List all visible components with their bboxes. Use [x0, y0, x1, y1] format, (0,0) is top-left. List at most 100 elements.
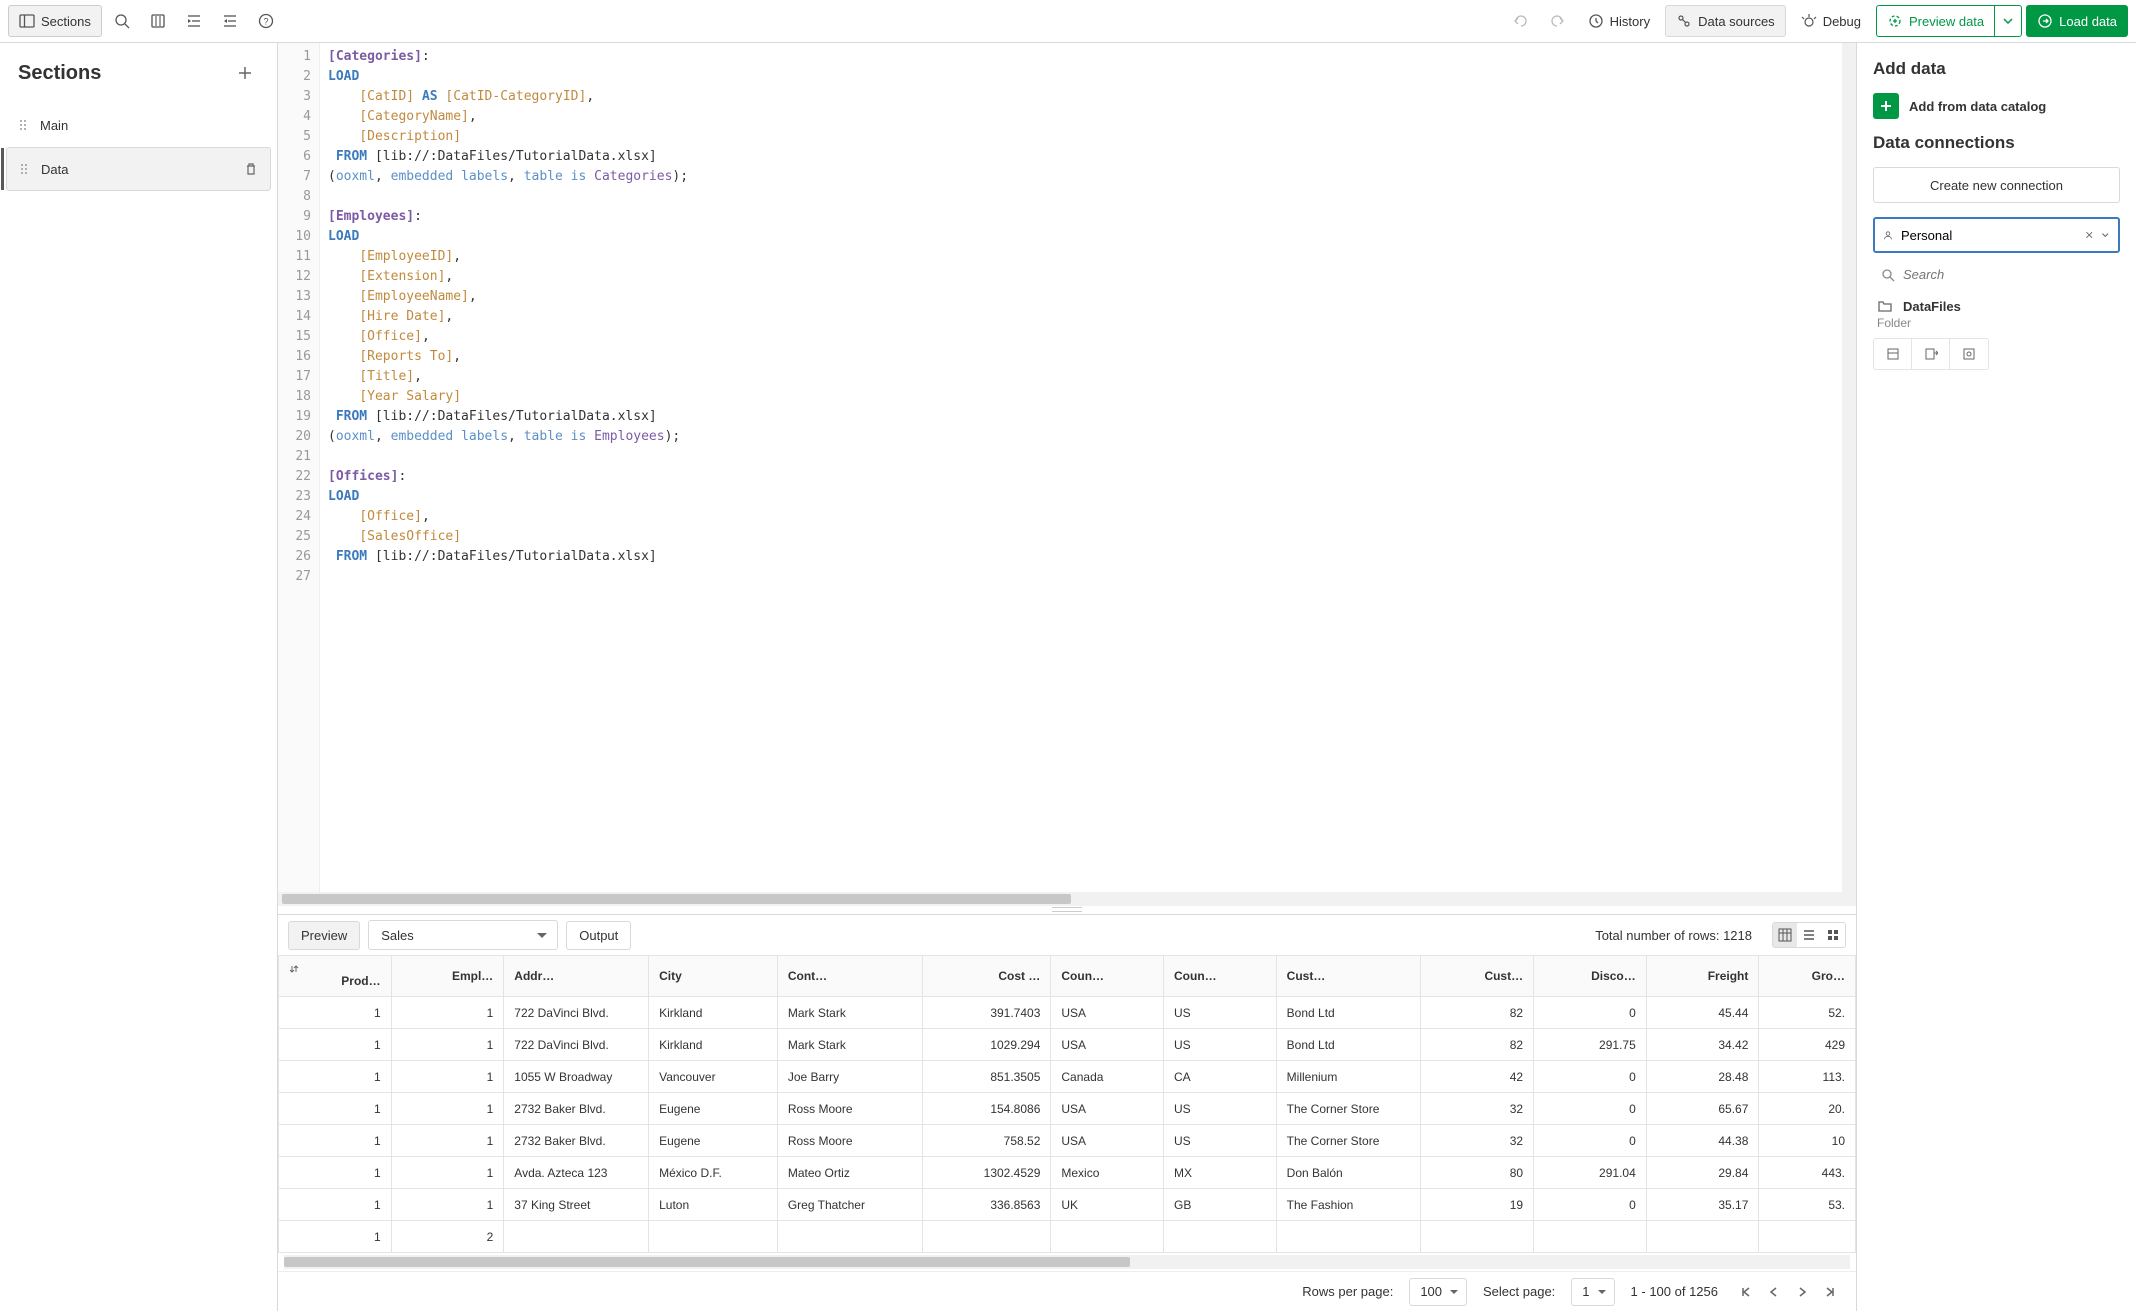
connection-item[interactable]: DataFiles: [1873, 296, 2120, 316]
table-cell: Ross Moore: [777, 1125, 922, 1157]
view-list-button[interactable]: [1797, 923, 1821, 947]
table-cell: 1: [279, 1093, 392, 1125]
table-cell: 429: [1759, 1029, 1856, 1061]
column-header[interactable]: Empl…: [391, 956, 504, 997]
table-row[interactable]: 112732 Baker Blvd.EugeneRoss Moore758.52…: [279, 1125, 1856, 1157]
rows-per-page-select[interactable]: 100: [1409, 1278, 1467, 1306]
table-cell: [1759, 1221, 1856, 1253]
help-button[interactable]: ?: [250, 5, 282, 37]
insert-script-button[interactable]: [1912, 339, 1950, 369]
table-cell: 29.84: [1646, 1157, 1759, 1189]
table-row[interactable]: 11722 DaVinci Blvd.KirklandMark Stark102…: [279, 1029, 1856, 1061]
table-cell: [777, 1221, 922, 1253]
table-cell: [1276, 1221, 1421, 1253]
table-cell: 758.52: [922, 1125, 1051, 1157]
load-data-button[interactable]: Load data: [2026, 5, 2128, 37]
splitter-handle[interactable]: [1047, 906, 1087, 912]
connection-search-input[interactable]: [1903, 267, 2112, 282]
preview-horizontal-scrollbar[interactable]: [284, 1255, 1850, 1269]
connection-search[interactable]: [1873, 267, 2120, 282]
table-row[interactable]: 11722 DaVinci Blvd.KirklandMark Stark391…: [279, 997, 1856, 1029]
debug-button[interactable]: Debug: [1790, 5, 1872, 37]
table-cell: 154.8086: [922, 1093, 1051, 1125]
history-label: History: [1610, 14, 1650, 29]
data-sources-button[interactable]: Data sources: [1665, 5, 1786, 37]
view-grid-button[interactable]: [1821, 923, 1845, 947]
table-cell: Millenium: [1276, 1061, 1421, 1093]
create-connection-button[interactable]: Create new connection: [1873, 167, 2120, 203]
editor-horizontal-scrollbar[interactable]: [278, 892, 1856, 906]
sidebar-item-data[interactable]: Data: [6, 147, 271, 191]
column-header[interactable]: Gro…: [1759, 956, 1856, 997]
table-cell: 336.8563: [922, 1189, 1051, 1221]
page-next-button[interactable]: [1790, 1280, 1814, 1304]
table-cell: 35.17: [1646, 1189, 1759, 1221]
table-cell: US: [1164, 1029, 1277, 1061]
script-editor[interactable]: 1234567891011121314151617181920212223242…: [278, 43, 1856, 892]
editor-code[interactable]: [Categories]:LOAD [CatID] AS [CatID-Cate…: [320, 43, 1842, 892]
space-select[interactable]: [1873, 217, 2120, 253]
search-button[interactable]: [106, 5, 138, 37]
select-page-select[interactable]: 1: [1571, 1278, 1614, 1306]
add-section-button[interactable]: [231, 59, 259, 87]
redo-button[interactable]: [1541, 5, 1573, 37]
column-header[interactable]: Cust…: [1421, 956, 1534, 997]
tab-output[interactable]: Output: [566, 921, 631, 950]
table-row[interactable]: 1137 King StreetLutonGreg Thatcher336.85…: [279, 1189, 1856, 1221]
page-last-button[interactable]: [1818, 1280, 1842, 1304]
table-row[interactable]: 11Avda. Azteca 123México D.F.Mateo Ortiz…: [279, 1157, 1856, 1189]
table-cell: The Corner Store: [1276, 1125, 1421, 1157]
preview-data-button[interactable]: Preview data: [1876, 5, 1994, 37]
tab-preview[interactable]: Preview: [288, 921, 360, 950]
table-row[interactable]: 12: [279, 1221, 1856, 1253]
clear-icon[interactable]: [2085, 229, 2094, 241]
column-header[interactable]: Prod…: [279, 956, 392, 997]
table-row[interactable]: 111055 W BroadwayVancouverJoe Barry851.3…: [279, 1061, 1856, 1093]
sidebar-item-main[interactable]: Main: [6, 103, 271, 147]
view-table-button[interactable]: [1773, 923, 1797, 947]
space-input[interactable]: [1901, 228, 2077, 243]
column-header[interactable]: Disco…: [1534, 956, 1647, 997]
table-cell: USA: [1051, 997, 1164, 1029]
first-icon: [1740, 1286, 1752, 1298]
redo-icon: [1549, 13, 1565, 29]
drag-handle-icon[interactable]: [18, 118, 28, 132]
column-header[interactable]: Coun…: [1051, 956, 1164, 997]
page-prev-button[interactable]: [1762, 1280, 1786, 1304]
indent-icon: [186, 13, 202, 29]
outdent-button[interactable]: [214, 5, 246, 37]
delete-section-button[interactable]: [244, 162, 258, 176]
column-header[interactable]: Coun…: [1164, 956, 1277, 997]
history-button[interactable]: History: [1577, 5, 1661, 37]
preview-data-dropdown[interactable]: [1994, 5, 2022, 37]
undo-button[interactable]: [1505, 5, 1537, 37]
preview-table-value: Sales: [381, 928, 414, 943]
table-cell: USA: [1051, 1125, 1164, 1157]
preview-table-wrap[interactable]: Prod…Empl…Addr…CityCont…Cost …Coun…Coun……: [278, 955, 1856, 1253]
select-data-button[interactable]: [1874, 339, 1912, 369]
editor-vertical-scrollbar[interactable]: [1842, 43, 1856, 892]
table-cell: Eugene: [649, 1093, 778, 1125]
column-header[interactable]: Cont…: [777, 956, 922, 997]
drag-handle-icon[interactable]: [19, 162, 29, 176]
chevron-down-icon[interactable]: [2101, 229, 2110, 241]
sections-toggle-button[interactable]: Sections: [8, 5, 102, 37]
column-header[interactable]: Addr…: [504, 956, 649, 997]
edit-connection-button[interactable]: [1950, 339, 1988, 369]
add-from-catalog-button[interactable]: Add from data catalog: [1873, 93, 2120, 119]
comment-button[interactable]: [142, 5, 174, 37]
page-first-button[interactable]: [1734, 1280, 1758, 1304]
indent-button[interactable]: [178, 5, 210, 37]
table-row[interactable]: 112732 Baker Blvd.EugeneRoss Moore154.80…: [279, 1093, 1856, 1125]
column-header[interactable]: Cust…: [1276, 956, 1421, 997]
table-cell: 722 DaVinci Blvd.: [504, 997, 649, 1029]
preview-table: Prod…Empl…Addr…CityCont…Cost …Coun…Coun……: [278, 955, 1856, 1253]
table-cell: 2732 Baker Blvd.: [504, 1125, 649, 1157]
folder-icon: [1877, 298, 1893, 314]
table-cell: Kirkland: [649, 1029, 778, 1061]
table-cell: Don Balón: [1276, 1157, 1421, 1189]
column-header[interactable]: Freight: [1646, 956, 1759, 997]
preview-table-select[interactable]: Sales: [368, 920, 558, 950]
column-header[interactable]: City: [649, 956, 778, 997]
column-header[interactable]: Cost …: [922, 956, 1051, 997]
